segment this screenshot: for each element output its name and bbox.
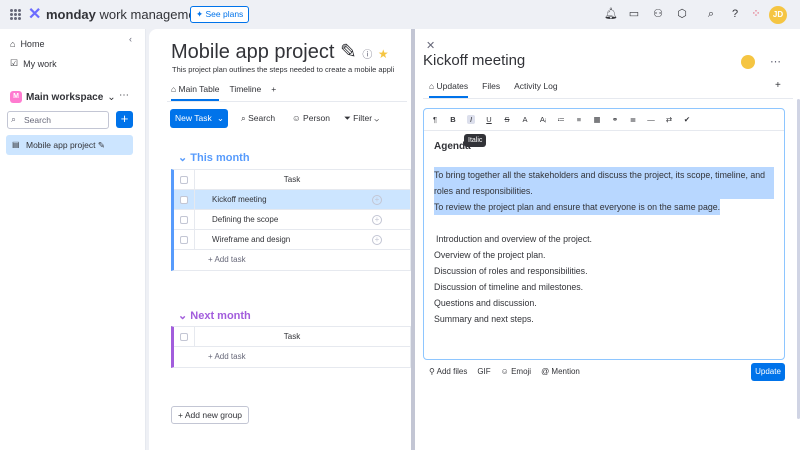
user-avatar[interactable]: JD (769, 6, 787, 24)
help-icon[interactable]: ? (729, 8, 741, 20)
workspace-badge: M (10, 91, 22, 103)
apps-grid-icon[interactable] (10, 9, 21, 20)
update-button[interactable]: Update (751, 363, 785, 381)
link-icon[interactable]: ⚭ (611, 115, 619, 124)
tab-timeline[interactable]: Timeline (229, 84, 261, 101)
table-header: Task (174, 170, 410, 190)
item-panel: ✕ Kickoff meeting ⋯ ⌂ Updates Files Acti… (411, 29, 800, 450)
panel-tabs: ⌂ Updates Files Activity Log (429, 81, 558, 98)
tab-main-table[interactable]: ⌂ Main Table (171, 84, 220, 101)
table-header: Task (174, 327, 410, 347)
top-bar: ✕ monday work management ✦ See plans 🔔︎ … (0, 0, 800, 29)
add-task-row[interactable]: + Add task (174, 250, 410, 270)
board-description: This project plan outlines the steps nee… (172, 65, 395, 74)
collapse-icon[interactable]: ‹ (129, 34, 132, 44)
add-task-row[interactable]: + Add task (174, 347, 410, 367)
group-table-this-month: Task Kickoff meeting + Defining the scope… (171, 169, 411, 271)
calendar-check-icon: ☑ (10, 58, 19, 68)
underline-icon[interactable]: U (485, 115, 493, 124)
add-tab-icon[interactable]: + (775, 80, 781, 91)
editor-content[interactable]: Agenda To bring together all the stakeho… (434, 139, 774, 327)
see-plans-button[interactable]: ✦ See plans (190, 6, 250, 23)
tab-updates[interactable]: ⌂ Updates (429, 81, 469, 98)
sidebar-item-home[interactable]: ⌂ Home (10, 39, 44, 49)
table-row[interactable]: Kickoff meeting + (174, 190, 410, 210)
tab-activity-log[interactable]: Activity Log (514, 81, 557, 98)
workspace-selector[interactable]: M Main workspace ⌄ (10, 91, 116, 103)
bell-icon[interactable]: 🔔︎ (604, 8, 618, 20)
search-icon[interactable]: ⌕ (705, 8, 717, 20)
board-tabs: ⌂ Main Table Timeline + (171, 84, 276, 101)
person-tool[interactable]: ☺ Person (292, 113, 330, 123)
search-icon: ⌕ (11, 114, 17, 124)
inbox-icon[interactable]: ▭ (628, 8, 640, 20)
bold-icon[interactable]: B (449, 115, 457, 124)
filter-tool[interactable]: ⏷ Filter ⌄ (344, 113, 379, 124)
more-icon[interactable]: ⋯ (770, 55, 781, 68)
sidebar-item-mywork[interactable]: ☑ My work (10, 58, 57, 69)
add-button[interactable]: + (116, 111, 133, 128)
home-icon: ⌂ (10, 39, 16, 49)
strike-icon[interactable]: S (503, 115, 511, 124)
integrations-icon[interactable]: ⬡ (676, 8, 688, 20)
page-title: Mobile app project ✎ ⓘ ★ (171, 41, 389, 63)
group-table-next-month: Task + Add task (171, 326, 411, 368)
sidebar: ⌂ Home ☑ My work ‹ M Main workspace ⌄ ⋯ Sear… (0, 29, 146, 450)
new-task-button[interactable]: New Task ⌄ (170, 109, 228, 128)
emoji-button[interactable]: ☺ Emoji (501, 367, 531, 376)
editor-actions: ⚲ Add files GIF ☺ Emoji @ Mention (429, 367, 580, 376)
divider-icon[interactable]: — (647, 115, 655, 124)
italic-icon[interactable]: I (467, 115, 475, 124)
board-main: Mobile app project ✎ ⓘ ★ This project pl… (149, 29, 411, 450)
checklist-icon[interactable]: ✔ (683, 115, 691, 124)
group-title-this-month[interactable]: ⌄ This month (178, 151, 250, 164)
gif-button[interactable]: GIF (477, 367, 490, 376)
numbered-list-icon[interactable]: ≡ (575, 115, 583, 124)
add-files-button[interactable]: ⚲ Add files (429, 367, 467, 376)
mention-button[interactable]: @ Mention (541, 367, 580, 376)
paragraph-icon[interactable]: ¶ (431, 115, 439, 124)
sidebar-item-board[interactable]: Mobile app project ✎ (6, 135, 133, 155)
tab-files[interactable]: Files (482, 81, 500, 98)
font-size-icon[interactable]: Aᵢ (539, 115, 547, 124)
board-icon: ▤ (12, 140, 20, 149)
update-editor[interactable]: ¶ B I US A Aᵢ ≔ ≡ ▦ ⚭ ≣ — ⇄ ✔ Italic Agenda To… (423, 108, 785, 360)
align-icon[interactable]: ≣ (629, 115, 637, 124)
group-title-next-month[interactable]: ⌄ Next month (178, 309, 251, 322)
table-row[interactable]: Wireframe and design + (174, 230, 410, 250)
monday-logo-icon: ✕ (28, 6, 42, 23)
invite-icon[interactable]: ⚇ (652, 8, 664, 20)
add-view-icon[interactable]: + (271, 84, 276, 101)
table-row[interactable]: Defining the scope + (174, 210, 410, 230)
table-icon[interactable]: ▦ (593, 115, 601, 124)
close-icon[interactable]: ✕ (426, 39, 435, 52)
editor-toolbar: ¶ B I U S A Aᵢ ≔ ≡ ▦ ⚭ ≣ — ⇄ ✔ (424, 109, 784, 131)
monday-apps-icon[interactable]: ⁘ (750, 8, 762, 20)
brand-name: monday work management (46, 7, 207, 22)
add-group-button[interactable]: + Add new group (171, 406, 250, 424)
direction-icon[interactable]: ⇄ (665, 115, 673, 124)
item-title[interactable]: Kickoff meeting (423, 52, 525, 69)
bullet-list-icon[interactable]: ≔ (557, 115, 565, 124)
more-icon[interactable]: ⋯ (119, 90, 129, 101)
sidebar-search-input[interactable]: Search (7, 111, 109, 129)
search-tool[interactable]: ⌕ Search (241, 113, 275, 124)
color-icon[interactable]: A (521, 115, 529, 124)
subscribers-avatar[interactable] (741, 55, 755, 69)
